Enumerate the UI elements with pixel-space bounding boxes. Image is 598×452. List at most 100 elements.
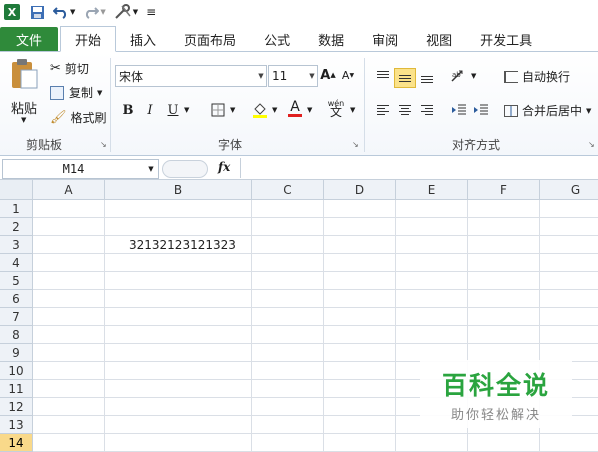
- grid-cell[interactable]: [33, 344, 105, 362]
- underline-button[interactable]: U: [163, 100, 183, 120]
- insert-function-icon[interactable]: fx: [218, 160, 230, 174]
- grid-cell[interactable]: [252, 326, 324, 344]
- row-header[interactable]: 8: [0, 326, 33, 344]
- row-header[interactable]: 5: [0, 272, 33, 290]
- border-button[interactable]: [208, 100, 228, 120]
- redo-icon[interactable]: [83, 3, 100, 21]
- tab-insert[interactable]: 插入: [116, 27, 170, 51]
- grid-cell[interactable]: [468, 434, 540, 452]
- grid-cell[interactable]: [33, 308, 105, 326]
- grid-cell[interactable]: [468, 254, 540, 272]
- align-right-button[interactable]: [416, 100, 438, 120]
- tab-page-layout[interactable]: 页面布局: [170, 27, 250, 51]
- font-name-select[interactable]: 宋体 ▼: [115, 65, 267, 87]
- grid-cell[interactable]: [252, 272, 324, 290]
- tab-developer[interactable]: 开发工具: [466, 27, 546, 51]
- grid-cell[interactable]: [33, 398, 105, 416]
- tab-data[interactable]: 数据: [304, 27, 358, 51]
- grid-cell[interactable]: [252, 308, 324, 326]
- grid-cell[interactable]: [468, 236, 540, 254]
- phonetic-button[interactable]: wén 文: [326, 98, 346, 118]
- grid-cell[interactable]: [252, 344, 324, 362]
- decrease-indent-button[interactable]: [448, 100, 470, 120]
- grid-cell[interactable]: [324, 236, 396, 254]
- grid-cell[interactable]: [396, 326, 468, 344]
- grid-cell[interactable]: [540, 308, 598, 326]
- grid-cell[interactable]: [540, 218, 598, 236]
- grid-cell[interactable]: [33, 272, 105, 290]
- grid-cell[interactable]: [252, 254, 324, 272]
- grid-cell[interactable]: [396, 308, 468, 326]
- grid-cell[interactable]: [540, 272, 598, 290]
- border-dropdown-icon[interactable]: ▼: [230, 106, 235, 114]
- grid-cell[interactable]: [33, 416, 105, 434]
- grid-cell[interactable]: [540, 236, 598, 254]
- grid-cell[interactable]: [324, 290, 396, 308]
- decrease-font-button[interactable]: A ▼: [338, 65, 358, 85]
- grid-cell[interactable]: [252, 200, 324, 218]
- grid-cell[interactable]: [324, 326, 396, 344]
- grid-cell[interactable]: [252, 398, 324, 416]
- grid-cell[interactable]: [252, 290, 324, 308]
- merge-center-button[interactable]: 合并后居中 ▼: [504, 102, 591, 119]
- grid-cell[interactable]: [105, 434, 252, 452]
- increase-font-button[interactable]: A ▲: [318, 65, 338, 85]
- align-top-button[interactable]: [372, 66, 394, 86]
- grid-cell[interactable]: [105, 200, 252, 218]
- grid-cell[interactable]: [396, 218, 468, 236]
- paste-button[interactable]: 粘贴 ▼: [8, 56, 40, 128]
- grid-cell[interactable]: [105, 308, 252, 326]
- grid-cell[interactable]: [33, 218, 105, 236]
- cell-b3[interactable]: 32132123121323: [105, 236, 252, 254]
- align-bottom-button[interactable]: [416, 68, 438, 88]
- undo-icon[interactable]: [53, 3, 69, 21]
- alignment-launcher-icon[interactable]: ↘: [588, 140, 595, 149]
- tools-icon[interactable]: [114, 3, 132, 21]
- grid-cell[interactable]: [540, 434, 598, 452]
- column-header-g[interactable]: G: [540, 180, 598, 200]
- font-color-button[interactable]: A: [285, 98, 305, 118]
- grid-cell[interactable]: [252, 362, 324, 380]
- grid-cell[interactable]: [396, 254, 468, 272]
- tab-review[interactable]: 审阅: [358, 27, 412, 51]
- orientation-dropdown-icon[interactable]: ▼: [471, 72, 476, 80]
- row-header[interactable]: 12: [0, 398, 33, 416]
- grid-cell[interactable]: [105, 344, 252, 362]
- clipboard-launcher-icon[interactable]: ↘: [100, 140, 107, 149]
- undo-dropdown-icon[interactable]: ▼: [70, 3, 75, 21]
- grid-cell[interactable]: [324, 398, 396, 416]
- column-header-c[interactable]: C: [252, 180, 324, 200]
- cut-button[interactable]: ✂ 剪切: [50, 60, 89, 77]
- grid-cell[interactable]: [468, 290, 540, 308]
- tab-formulas[interactable]: 公式: [250, 27, 304, 51]
- tab-file[interactable]: 文件: [0, 27, 59, 51]
- row-header[interactable]: 9: [0, 344, 33, 362]
- grid-cell[interactable]: [468, 308, 540, 326]
- grid-cell[interactable]: [396, 236, 468, 254]
- grid-cell[interactable]: [540, 326, 598, 344]
- font-launcher-icon[interactable]: ↘: [352, 140, 359, 149]
- fill-color-button[interactable]: [250, 100, 270, 120]
- grid-cell[interactable]: [468, 200, 540, 218]
- grid-cell[interactable]: [252, 434, 324, 452]
- grid-cell[interactable]: [33, 200, 105, 218]
- grid-cell[interactable]: [324, 362, 396, 380]
- grid-cell[interactable]: [105, 398, 252, 416]
- orientation-button[interactable]: ab: [448, 66, 470, 86]
- grid-cell[interactable]: [324, 308, 396, 326]
- fill-color-dropdown-icon[interactable]: ▼: [272, 106, 277, 114]
- row-header[interactable]: 2: [0, 218, 33, 236]
- grid-cell[interactable]: [105, 254, 252, 272]
- increase-indent-button[interactable]: [470, 100, 492, 120]
- grid-cell[interactable]: [324, 200, 396, 218]
- grid-cell[interactable]: [468, 326, 540, 344]
- grid-cell[interactable]: [396, 200, 468, 218]
- grid-cell[interactable]: [252, 218, 324, 236]
- align-left-button[interactable]: [372, 100, 394, 120]
- grid-cell[interactable]: [33, 326, 105, 344]
- grid-cell[interactable]: [324, 380, 396, 398]
- row-header[interactable]: 6: [0, 290, 33, 308]
- grid-cell[interactable]: [396, 290, 468, 308]
- name-box[interactable]: M14 ▼: [2, 159, 159, 179]
- grid-cell[interactable]: [324, 272, 396, 290]
